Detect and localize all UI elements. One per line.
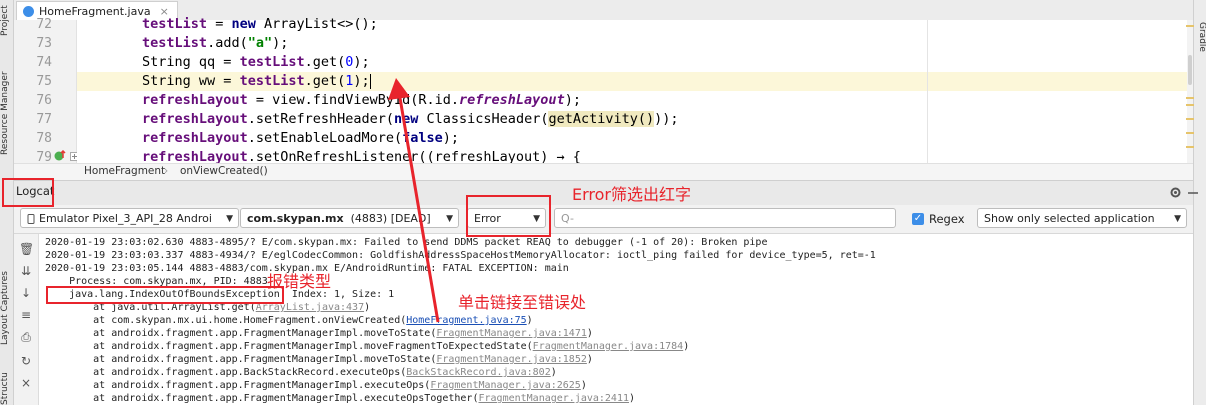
code-line-72: testList = new ArrayList<>();	[142, 16, 378, 32]
annotation-error-type: 报错类型	[267, 272, 332, 291]
code-line-74: String qq = testList.get(0);	[77, 54, 370, 70]
stack-link-homefragment[interactable]: HomeFragment.java:75	[406, 315, 526, 326]
code-line-73: testList.add("a");	[142, 35, 289, 51]
override-marker-icon[interactable]	[54, 150, 66, 164]
breadcrumb-separator: ›	[164, 165, 169, 177]
chevron-down-icon: ▼	[1174, 214, 1181, 224]
stack-link[interactable]: FragmentManager.java:2411	[478, 393, 629, 404]
line-number: 75	[36, 74, 52, 89]
editor-gutter: 72 73 74 75 76 77 78 79	[14, 17, 79, 165]
log-line: at androidx.fragment.app.FragmentManager…	[45, 354, 593, 365]
device-select[interactable]: Emulator Pixel_3_API_28 Androi ▼	[20, 208, 239, 228]
breadcrumb: HomeFragment › onViewCreated()	[14, 163, 1193, 180]
logcat-toolbar: 🗑 ⇊ ↓ ≡ ⎙ ↻ ×	[14, 234, 39, 405]
regex-label: Regex	[929, 212, 965, 226]
stack-link[interactable]: BackStackRecord.java:802	[406, 367, 551, 378]
print-icon[interactable]: ⎙	[19, 330, 33, 344]
code-line-76: refreshLayout = view.findViewById(R.id.r…	[142, 92, 581, 108]
gear-icon[interactable]	[1169, 186, 1182, 199]
log-line: at androidx.fragment.app.BackStackRecord…	[45, 367, 557, 378]
log-line: at androidx.fragment.app.FragmentManager…	[45, 328, 593, 339]
code-line-75: String ww = testList.get(1);	[77, 72, 1187, 91]
warning-stripe[interactable]	[1186, 132, 1194, 134]
code-editor[interactable]: testList = new ArrayList<>(); testList.a…	[77, 16, 1187, 165]
device-select-value: Emulator Pixel_3_API_28 Androi	[39, 212, 212, 225]
filter-config-value: Show only selected application	[984, 212, 1155, 225]
line-number: 78	[36, 131, 52, 146]
logcat-filter-bar: Emulator Pixel_3_API_28 Androi ▼ com.sky…	[14, 205, 1193, 234]
stack-link[interactable]: FragmentManager.java:1784	[533, 341, 684, 352]
close-icon[interactable]: ×	[19, 376, 33, 390]
device-icon	[27, 214, 35, 224]
process-select-name: com.skypan.mx	[247, 212, 344, 225]
log-line: at androidx.fragment.app.FragmentManager…	[45, 393, 636, 404]
log-line: at androidx.fragment.app.FragmentManager…	[45, 380, 587, 391]
down-arrow-icon[interactable]: ↓	[19, 286, 33, 300]
stack-link[interactable]: FragmentManager.java:1471	[436, 328, 587, 339]
log-line: 2020-01-19 23:03:03.337 4883-4934/? E/eg…	[45, 250, 876, 261]
text-cursor	[369, 73, 371, 89]
right-margin-guide	[927, 20, 928, 163]
editor-scrollbar[interactable]	[1187, 20, 1193, 163]
logcat-output[interactable]: 2020-01-19 23:03:02.630 4883-4895/? E/co…	[39, 234, 1193, 405]
tool-window-structure[interactable]: Structure	[0, 372, 13, 405]
filter-config-select[interactable]: Show only selected application ▼	[977, 208, 1187, 228]
tool-window-project[interactable]: Project	[0, 4, 13, 36]
exception-type-highlight-box	[46, 286, 284, 304]
log-line: 2020-01-19 23:03:02.630 4883-4895/? E/co…	[45, 237, 768, 248]
code-line-78: refreshLayout.setEnableLoadMore(false);	[142, 130, 460, 146]
process-select-value: (4883) [DEAD]	[347, 212, 431, 225]
process-select[interactable]: com.skypan.mx (4883) [DEAD] ▼	[240, 208, 459, 228]
annotation-error-filter: Error筛选出红字	[572, 185, 692, 204]
trash-icon[interactable]: 🗑	[19, 242, 34, 256]
regex-checkbox[interactable]: ✓	[912, 213, 924, 225]
scroll-to-end-icon[interactable]: ⇊	[19, 264, 33, 278]
warning-stripe[interactable]	[1186, 97, 1194, 99]
log-line: at androidx.fragment.app.FragmentManager…	[45, 341, 690, 352]
tool-window-resource-manager[interactable]: Resource Manager	[0, 70, 13, 155]
chevron-down-icon: ▼	[226, 214, 233, 224]
warning-stripe[interactable]	[1186, 25, 1194, 27]
soft-wrap-icon[interactable]: ≡	[19, 308, 33, 322]
warning-stripe[interactable]	[1186, 146, 1194, 148]
log-search-placeholder: Q-	[561, 212, 574, 225]
logcat-highlight-box	[2, 178, 54, 207]
line-number: 77	[36, 112, 52, 127]
chevron-down-icon: ▼	[446, 214, 453, 224]
editor-scroll-thumb[interactable]	[1188, 55, 1192, 85]
line-number: 74	[36, 55, 52, 70]
line-number: 72	[36, 17, 52, 32]
error-filter-highlight-box	[466, 195, 551, 237]
warning-stripe[interactable]	[1186, 118, 1194, 120]
tool-window-layout-captures[interactable]: Layout Captures	[0, 270, 13, 345]
minimize-icon[interactable]	[1187, 186, 1199, 199]
annotation-click-link: 单击链接至错误处	[458, 293, 587, 312]
stack-link[interactable]: FragmentManager.java:2625	[430, 380, 581, 391]
line-number: 76	[36, 93, 52, 108]
line-number: 73	[36, 36, 52, 51]
log-search-input[interactable]: Q-	[554, 208, 896, 228]
code-line-77: refreshLayout.setRefreshHeader(new Class…	[142, 111, 679, 127]
breadcrumb-method[interactable]: onViewCreated()	[180, 165, 268, 177]
warning-stripe[interactable]	[1186, 104, 1194, 106]
log-line: at com.skypan.mx.ui.home.HomeFragment.on…	[45, 315, 533, 326]
right-tool-strip: Gradle	[1193, 0, 1206, 405]
stack-link[interactable]: FragmentManager.java:1852	[436, 354, 587, 365]
tool-window-gradle[interactable]: Gradle	[1194, 22, 1206, 62]
breadcrumb-class[interactable]: HomeFragment	[84, 165, 165, 177]
restart-icon[interactable]: ↻	[19, 354, 33, 368]
